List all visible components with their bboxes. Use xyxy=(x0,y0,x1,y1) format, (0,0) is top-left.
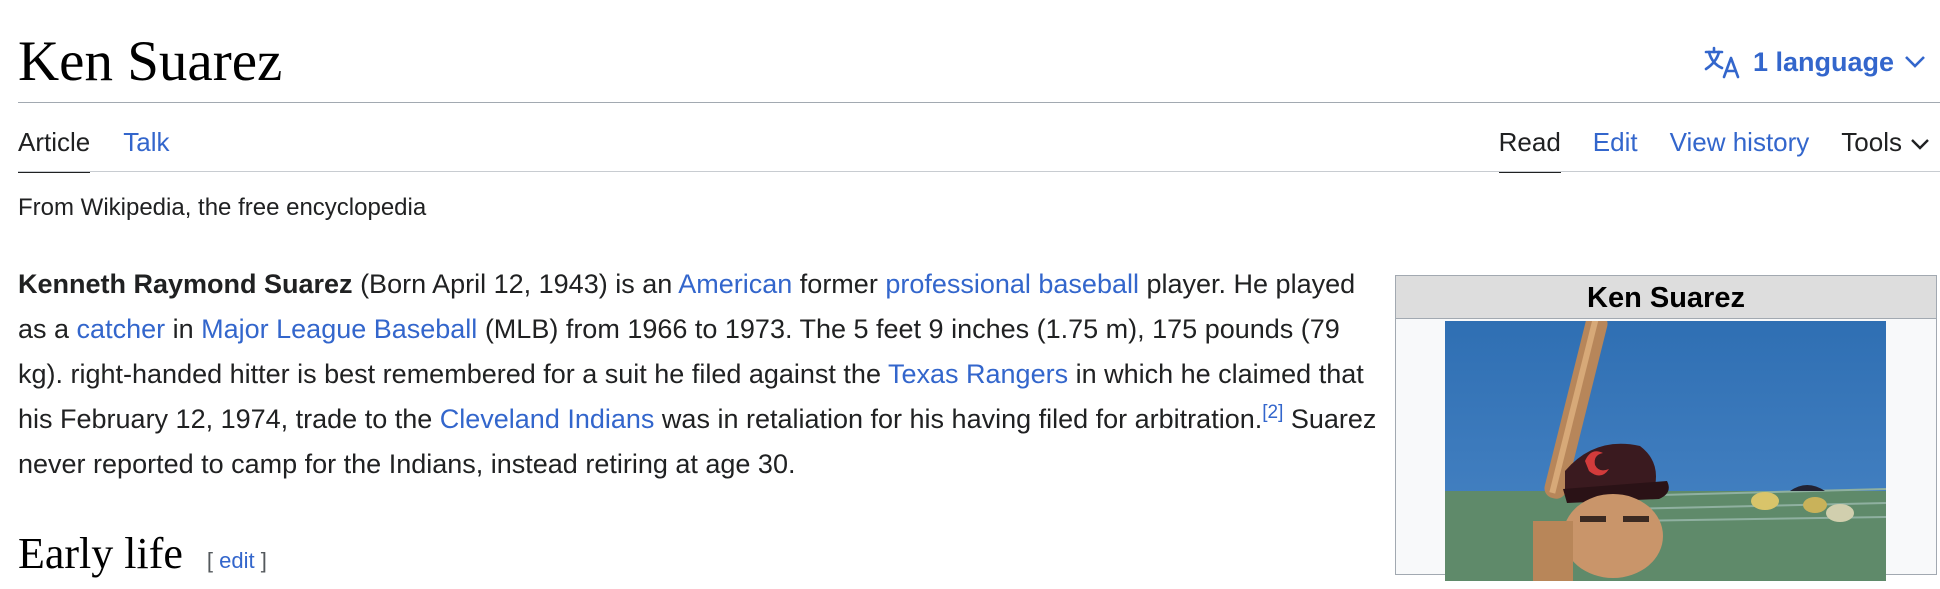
bracket: [ xyxy=(206,548,220,573)
tools-menu[interactable]: Tools xyxy=(1841,122,1930,171)
page-title: Ken Suarez xyxy=(18,30,283,93)
tools-label: Tools xyxy=(1841,127,1902,157)
link-major-league-baseball[interactable]: Major League Baseball xyxy=(201,314,477,344)
infobox: Ken Suarez xyxy=(1395,275,1937,581)
tab-edit[interactable]: Edit xyxy=(1593,122,1638,171)
view-tabs: Read Edit View history Tools xyxy=(1498,122,1940,173)
citation-2[interactable]: [2] xyxy=(1262,402,1283,423)
subject-name: Kenneth Raymond Suarez xyxy=(18,269,353,299)
chevron-down-icon xyxy=(1910,122,1930,162)
tab-talk[interactable]: Talk xyxy=(123,122,169,171)
player-photo-image xyxy=(1445,321,1886,581)
link-professional-baseball[interactable]: professional baseball xyxy=(885,269,1139,299)
section-edit: [ edit ] xyxy=(207,533,267,589)
lead-text: former xyxy=(792,269,886,299)
tab-article[interactable]: Article xyxy=(18,122,91,173)
link-cleveland-indians[interactable]: Cleveland Indians xyxy=(440,404,655,434)
site-tagline: From Wikipedia, the free encyclopedia xyxy=(18,194,427,221)
tabs-divider xyxy=(18,171,1940,172)
infobox-title: Ken Suarez xyxy=(1396,276,1936,319)
namespace-tabs: Article Talk xyxy=(18,122,203,173)
lead-text: in xyxy=(165,314,202,344)
title-divider xyxy=(18,102,1940,103)
tab-read[interactable]: Read xyxy=(1498,122,1561,173)
link-texas-rangers[interactable]: Texas Rangers xyxy=(888,359,1068,389)
section-heading-text: Early life xyxy=(18,529,183,578)
tab-view-history[interactable]: View history xyxy=(1670,122,1810,171)
lead-text: was in retaliation for his having filed … xyxy=(654,404,1263,434)
bracket: ] xyxy=(254,548,267,573)
chevron-down-icon xyxy=(1904,54,1926,70)
lead-paragraph: Kenneth Raymond Suarez (Born April 12, 1… xyxy=(18,262,1380,487)
language-label: 1 language xyxy=(1752,46,1894,77)
link-catcher[interactable]: catcher xyxy=(77,314,166,344)
section-heading-early-life: Early life [ edit ] xyxy=(18,526,267,589)
edit-section-link[interactable]: edit xyxy=(219,548,254,573)
player-photo[interactable] xyxy=(1445,321,1886,581)
language-button[interactable]: 1 language xyxy=(1703,42,1926,82)
link-american[interactable]: American xyxy=(678,269,792,299)
lead-text: (Born April 12, 1943) is an xyxy=(352,269,679,299)
translate-icon xyxy=(1703,45,1743,79)
